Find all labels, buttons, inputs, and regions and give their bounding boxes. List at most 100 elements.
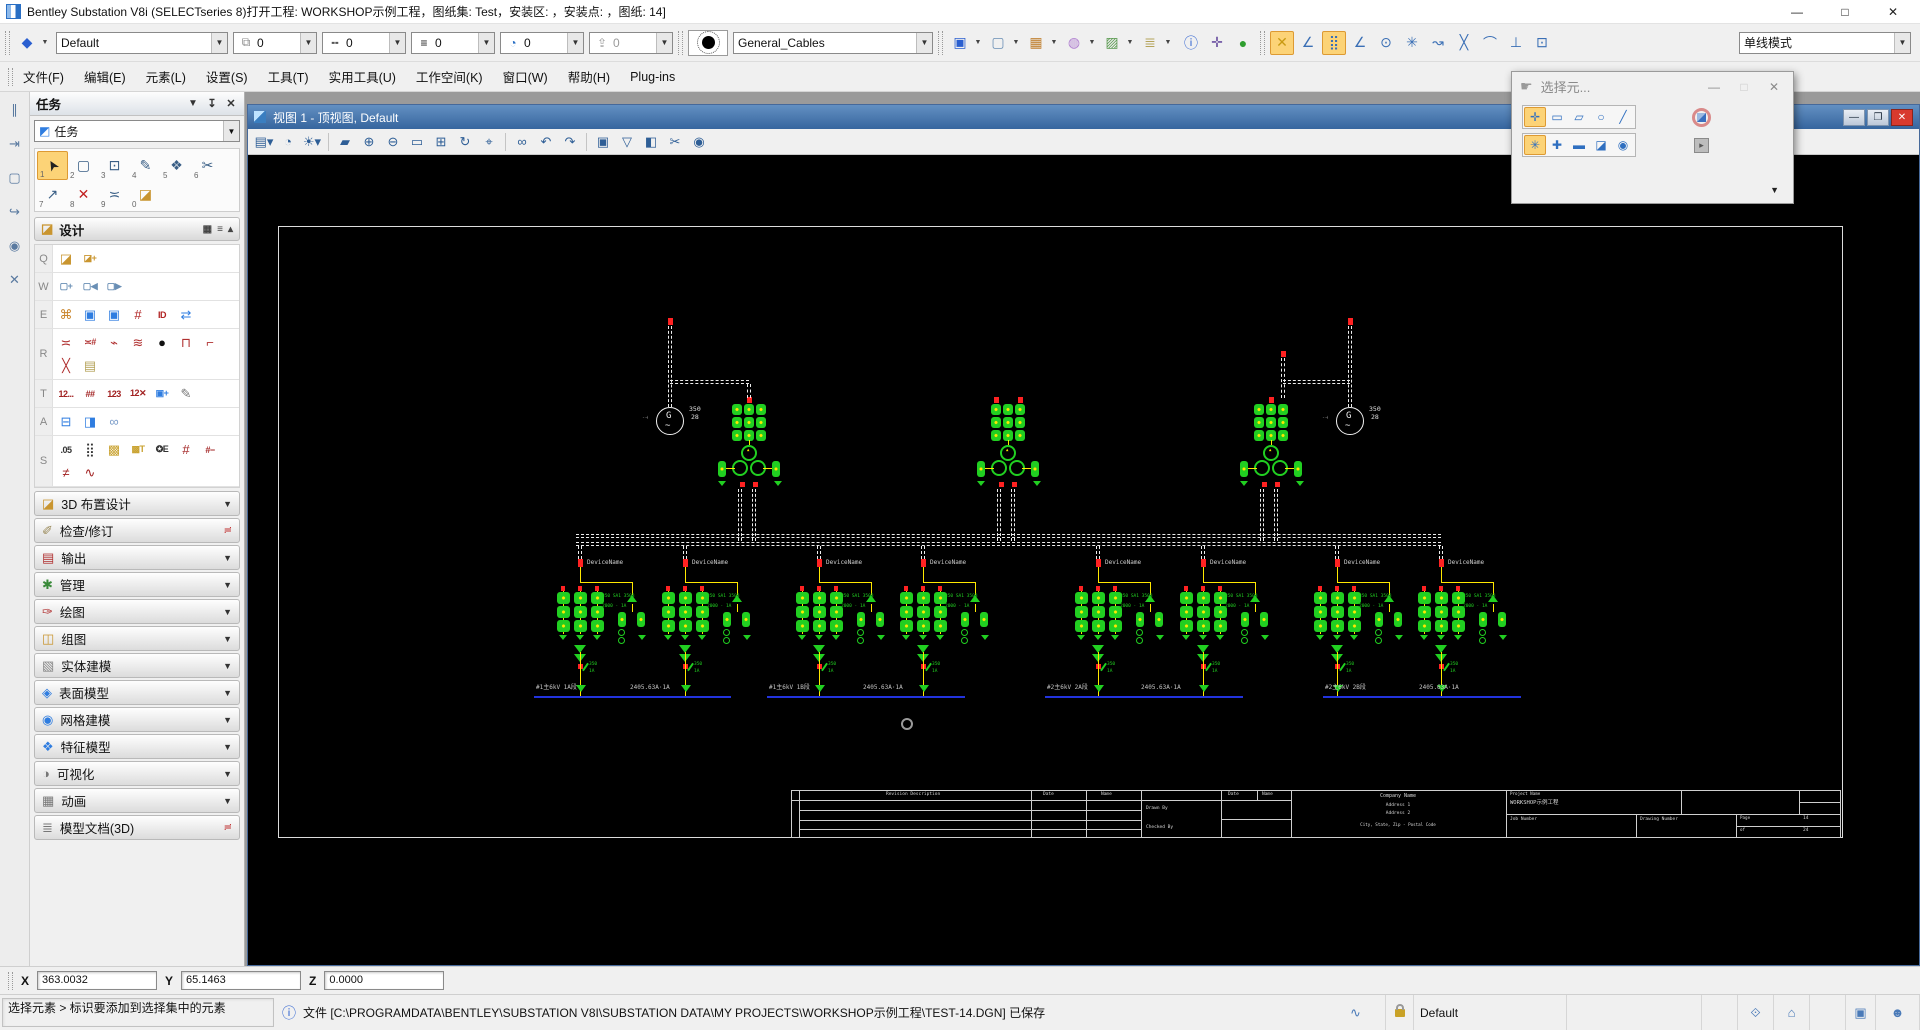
new-page-icon[interactable]: ▢+ (54, 275, 78, 298)
snap-mode-indicator[interactable]: ∿ (1326, 995, 1386, 1030)
hash-minus-icon[interactable]: #− (198, 438, 222, 461)
view-tool-icon[interactable]: ▭ (407, 134, 427, 150)
view-tool-icon[interactable]: ☀▾ (302, 134, 322, 150)
design-section-header[interactable]: ◪ 设计 ▦ ≡ ▴ (34, 217, 240, 241)
status-empty-segment[interactable] (1702, 995, 1738, 1030)
maximize-button[interactable]: □ (1824, 0, 1866, 23)
layout-icon[interactable]: ≡ (217, 224, 223, 235)
toolbar-grip[interactable] (678, 30, 683, 55)
chevron-down-icon[interactable]: ▼ (223, 499, 232, 509)
view-tool-icon[interactable]: ↶ (536, 134, 556, 150)
active-priority-combo[interactable]: ⇪ 0 ▼ (589, 31, 673, 54)
active-transparency-combo[interactable]: ◔ 0 ▼ (500, 31, 584, 54)
x-coordinate-field[interactable]: 363.0032 (37, 971, 158, 990)
view-close-button[interactable]: ✕ (1891, 108, 1913, 126)
chevron-down-icon[interactable]: ▼ (1086, 31, 1098, 55)
snap-point-on-icon[interactable]: ⊡ (1530, 31, 1554, 55)
task-section-网格建模[interactable]: ◉ 网格建模 ▼ (34, 707, 240, 732)
chevron-down-icon[interactable]: ▼ (1048, 31, 1060, 55)
render-sphere-icon[interactable]: ● (1231, 31, 1255, 55)
toolbar-grip[interactable] (1260, 30, 1265, 55)
chevron-down-icon[interactable]: ▼ (300, 32, 316, 53)
active-linestyle-combo[interactable]: ╍ 0 ▼ (322, 31, 406, 54)
coord-grip[interactable] (8, 971, 13, 990)
chevron-down-icon[interactable]: ▼ (39, 31, 51, 55)
chevron-down-icon[interactable]: ▼ (223, 688, 232, 698)
dialog-close-button[interactable]: ✕ (1763, 80, 1785, 94)
cut-tool[interactable]: ✂ 6 (192, 151, 223, 180)
mode-subtract-icon[interactable]: ▬ (1568, 135, 1590, 155)
insert-device-icon[interactable]: ▣ (78, 303, 102, 326)
paste-icon[interactable]: ⊟ (54, 410, 78, 433)
task-section-特征模型[interactable]: ❖ 特征模型 ▼ (34, 734, 240, 759)
task-section-动画[interactable]: ▦ 动画 ▼ (34, 788, 240, 813)
delete-tool[interactable]: ✕ 8 (68, 180, 99, 209)
gear-e-icon[interactable]: ✪E (150, 438, 174, 461)
task-section-输出[interactable]: ▤ 输出 ▼ (34, 545, 240, 570)
drawing-canvas[interactable]: ▲ G ~350 28 -⊣ ▲ ▲ G ~350 28 -⊣ DeviceName 350 SA1 3… (248, 155, 1919, 965)
view-tool-icon[interactable]: ↻ (455, 134, 475, 150)
mode-combo[interactable]: 单线模式 ▼ (1739, 31, 1911, 54)
toolbar-grip[interactable] (5, 30, 10, 55)
snap-midpoint-icon[interactable]: ∠ (1348, 31, 1372, 55)
wire-break-icon[interactable]: ⌁ (102, 331, 126, 354)
toolbar-button[interactable]: ▨ ▼ (1100, 31, 1136, 55)
chevron-down-icon[interactable]: ▼ (389, 32, 405, 53)
select-block-icon[interactable]: ▭ (1546, 107, 1568, 127)
chevron-down-icon[interactable]: ▼ (223, 607, 232, 617)
close-icon[interactable]: ✕ (224, 97, 238, 110)
menu-item[interactable]: 实用工具(U) (319, 62, 406, 91)
task-section-绘图[interactable]: ✑ 绘图 ▼ (34, 599, 240, 624)
xbox-text-icon[interactable]: ▩T (126, 438, 150, 461)
view-tool-icon[interactable]: ▤▾ (254, 134, 274, 150)
next-page-icon[interactable]: ▢▶ (102, 275, 126, 298)
wire-accent-icon[interactable]: ≓ (224, 822, 232, 833)
status-empty-segment[interactable] (1567, 995, 1702, 1030)
snap-origin-icon[interactable]: ✳ (1400, 31, 1424, 55)
toolbar-button[interactable]: ▣ ▼ (948, 31, 984, 55)
chevron-down-icon[interactable]: ▼ (223, 742, 232, 752)
wire-number-icon[interactable]: ≍# (78, 331, 102, 354)
menu-item[interactable]: 工作空间(K) (406, 62, 493, 91)
chevron-down-icon[interactable]: ▼ (223, 121, 239, 141)
select-tool[interactable]: ➤ 1 (37, 151, 68, 180)
task-section-3D 布置设计[interactable]: ◪ 3D 布置设计 ▼ (34, 491, 240, 516)
chevron-down-icon[interactable]: ▼ (916, 32, 932, 53)
chevron-down-icon[interactable]: ▼ (1124, 31, 1136, 55)
snap-nearest-icon[interactable]: ∠ (1296, 31, 1320, 55)
chevron-down-icon[interactable]: ▼ (223, 661, 232, 671)
view-tool-icon[interactable]: ⊖ (383, 134, 403, 150)
view-tool-icon[interactable]: ∞ (512, 134, 532, 149)
new-project-icon[interactable]: ◪+ (78, 247, 102, 270)
mode-new-icon[interactable]: ✳ (1524, 135, 1546, 155)
toolbar-button[interactable]: ≣ ▼ (1138, 31, 1174, 55)
xbox-icon[interactable]: ▩ (102, 438, 126, 461)
wire-angle-icon[interactable]: ⌐ (198, 331, 222, 354)
chevron-down-icon[interactable]: ▼ (1894, 32, 1910, 53)
task-section-实体建模[interactable]: ▧ 实体建模 ▼ (34, 653, 240, 678)
chevron-down-icon[interactable]: ▼ (211, 32, 227, 53)
chevron-down-icon[interactable]: ▼ (223, 553, 232, 563)
select-element-dialog[interactable]: ☛ 选择元... — □ ✕ ✛ ▭ ▱ ○ ╱ ✳ ✚ ▬ ◪ ◉ ▸ ▼ (1511, 71, 1794, 204)
project-icon[interactable]: ◪ (54, 247, 78, 270)
layout-icon[interactable]: ▦ (203, 224, 212, 235)
active-attributes-button[interactable]: ◆ ▼ (15, 31, 51, 55)
dock-sheet-icon[interactable]: ▢ (8, 170, 20, 186)
wire-layers-icon[interactable]: ▤ (78, 354, 102, 377)
select-shape-icon[interactable]: ▱ (1568, 107, 1590, 127)
toolbar-grip[interactable] (938, 30, 943, 55)
view-tool-icon[interactable]: ✂ (665, 134, 685, 150)
chevron-down-icon[interactable]: ▼ (223, 634, 232, 644)
menu-item[interactable]: 文件(F) (13, 62, 74, 91)
view-tool-icon[interactable]: ▣ (593, 134, 613, 150)
chevron-down-icon[interactable]: ▼ (1162, 31, 1174, 55)
toolbar-button[interactable]: ◍ ▼ (1062, 31, 1098, 55)
hash-icon[interactable]: # (174, 438, 198, 461)
device-swap-icon[interactable]: ⇄ (174, 303, 198, 326)
view-tool-icon[interactable]: ⊞ (431, 134, 451, 150)
y-coordinate-field[interactable]: 65.1463 (181, 971, 302, 990)
plot-icon[interactable]: ✛ (1205, 31, 1229, 55)
number-range-icon[interactable]: 12... (54, 382, 78, 405)
edit-icon[interactable]: ✎ (174, 382, 198, 405)
active-workset-segment[interactable]: Default (1414, 995, 1567, 1030)
